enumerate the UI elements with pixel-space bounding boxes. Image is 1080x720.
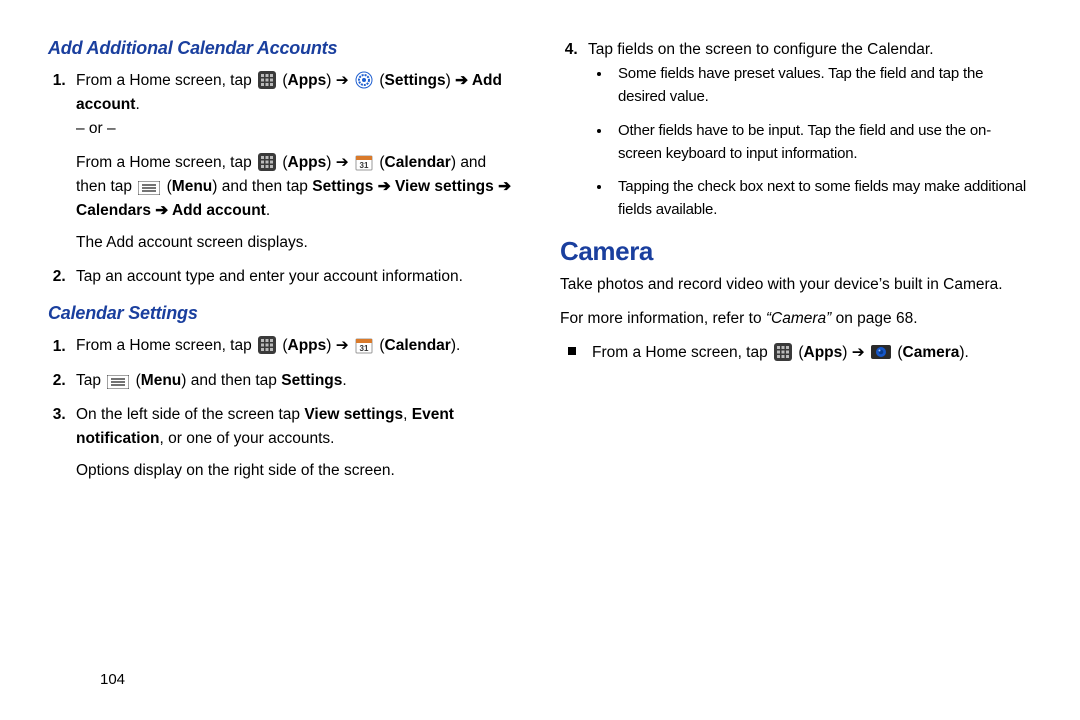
step-4: Tap fields on the screen to configure th… (582, 38, 1032, 222)
camera-p2a: For more information, refer to (560, 310, 766, 327)
apps-label: Apps (804, 344, 843, 361)
svg-text:31: 31 (360, 161, 369, 170)
calendar-icon: 31 (355, 334, 373, 358)
camera-square-bullet: From a Home screen, tap (Apps) ➔ (Camera… (566, 341, 1032, 365)
cs2-mid: and then tap (186, 372, 281, 389)
s4-lead: Tap fields on the screen to configure th… (588, 41, 934, 58)
step-1: From a Home screen, tap (Apps) ➔ (Settin… (70, 69, 520, 255)
cs3-pre: On the left side of the screen tap (76, 406, 304, 423)
cs3-mid: , (403, 406, 412, 423)
heading-add-accounts: Add Additional Calendar Accounts (48, 38, 520, 59)
settings-gear-icon (355, 69, 373, 93)
bullet-2: Other fields have to be input. Tap the f… (612, 119, 1032, 166)
cs2-bold: Settings (281, 372, 342, 389)
camera-ref-quote: “Camera” (766, 310, 831, 327)
menu-list-icon (138, 175, 160, 199)
apps-label: Apps (288, 338, 327, 355)
camera-li: From a Home screen, tap (Apps) ➔ (Camera… (566, 341, 1032, 365)
or-text: – or – (76, 117, 520, 141)
camera-label: Camera (903, 344, 960, 361)
svg-text:31: 31 (360, 344, 369, 353)
menu-list-icon (107, 369, 129, 393)
camera-li-pre: From a Home screen, tap (592, 344, 772, 361)
step1-after: The Add account screen displays. (76, 234, 308, 251)
cs1-pre: From a Home screen, tap (76, 338, 256, 355)
apps-grid-icon (258, 151, 276, 175)
heading-camera: Camera (560, 236, 1032, 267)
cs-step-3: On the left side of the screen tap View … (70, 403, 520, 483)
apps-grid-icon (258, 69, 276, 93)
manual-page: Add Additional Calendar Accounts From a … (0, 0, 1080, 720)
cs3-b1: View settings (304, 406, 403, 423)
left-column: Add Additional Calendar Accounts From a … (48, 38, 520, 493)
camera-p2: For more information, refer to “Camera” … (560, 307, 1032, 331)
menu-label: Menu (141, 372, 181, 389)
apps-label: Apps (288, 72, 327, 89)
menu-label: Menu (172, 178, 212, 195)
step1b-mid2: and then tap (217, 178, 312, 195)
calendar-settings-steps: From a Home screen, tap (Apps) ➔ 31 (Cal… (70, 334, 520, 482)
camera-lens-icon (871, 341, 891, 365)
apps-grid-icon (774, 341, 792, 365)
apps-grid-icon (258, 334, 276, 358)
calendar-icon: 31 (355, 151, 373, 175)
cs-step-1: From a Home screen, tap (Apps) ➔ 31 (Cal… (70, 334, 520, 358)
step1b-pre: From a Home screen, tap (76, 154, 256, 171)
camera-p2b: on page 68. (831, 310, 917, 327)
step1-text-pre: From a Home screen, tap (76, 72, 256, 89)
add-accounts-steps: From a Home screen, tap (Apps) ➔ (Settin… (70, 69, 520, 289)
cs3-after: Options display on the right side of the… (76, 462, 395, 479)
step4-bullets: Some fields have preset values. Tap the … (612, 62, 1032, 222)
step2-text: Tap an account type and enter your accou… (76, 268, 463, 285)
bullet-1: Some fields have preset values. Tap the … (612, 62, 1032, 109)
cs2-pre: Tap (76, 372, 105, 389)
heading-calendar-settings: Calendar Settings (48, 303, 520, 324)
cs-step-2: Tap (Menu) and then tap Settings. (70, 369, 520, 393)
page-number: 104 (100, 671, 125, 688)
camera-p1: Take photos and record video with your d… (560, 273, 1032, 297)
right-column: Tap fields on the screen to configure th… (560, 38, 1032, 493)
step-2: Tap an account type and enter your accou… (70, 265, 520, 289)
cs3-post: , or one of your accounts. (160, 430, 335, 447)
two-column-layout: Add Additional Calendar Accounts From a … (48, 38, 1032, 493)
right-steps: Tap fields on the screen to configure th… (582, 38, 1032, 222)
calendar-label: Calendar (385, 338, 451, 355)
apps-label: Apps (288, 154, 327, 171)
settings-label: Settings (385, 72, 446, 89)
bullet-3: Tapping the check box next to some field… (612, 175, 1032, 222)
calendar-label: Calendar (385, 154, 451, 171)
